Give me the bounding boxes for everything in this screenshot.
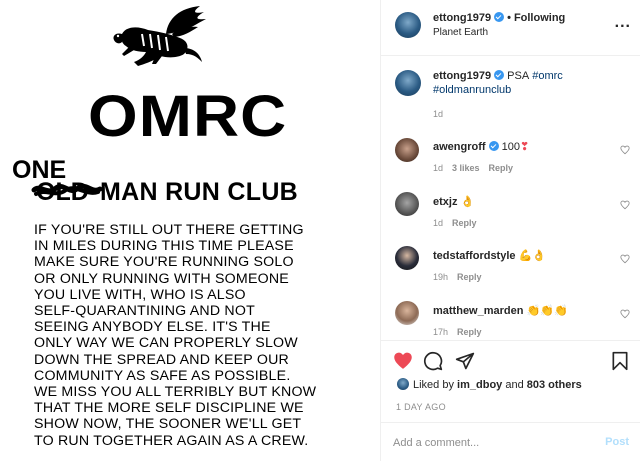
liked-by-row: Liked by im_dboy and 803 others [397,378,582,391]
liked-by-prefix: Liked by [413,379,454,391]
liked-by-username[interactable]: im_dboy [457,379,502,391]
comment-meta: 1d Reply [433,218,486,228]
post-header: ettong1979 • Following Planet Earth ... [381,0,640,56]
comment-timestamp[interactable]: 17h [433,327,448,337]
commenter-avatar[interactable] [395,246,419,270]
flexed-biceps-ok-emoji: 💪👌 [518,249,546,262]
winged-tiger-logo [113,6,206,67]
save-bookmark-icon[interactable] [611,351,629,371]
verified-badge-icon [494,12,505,22]
verified-badge-icon [488,141,499,151]
comment-box: Post [381,422,640,461]
clapping-hands-emoji: 👏👏👏 [526,304,568,317]
comment-likes-count[interactable]: 3 likes [452,163,480,173]
ok-hand-emoji: 👌 [460,195,475,208]
hashtag-link[interactable]: #omrc [532,70,563,82]
club-name-text: MAN RUN CLUB [100,178,299,206]
post-image[interactable]: OMRC ONE OLD MAN RUN CLUB IF YOU'RE STIL… [0,0,380,461]
comment-like-heart-icon[interactable] [620,200,630,210]
caption-text: PSA [507,70,530,82]
psa-body-text: IF YOU'RE STILL OUT THERE GETTING IN MIL… [34,222,317,449]
author-username[interactable]: ettong1979 [433,12,491,24]
heart-exclamation-emoji: ❣ [519,140,530,153]
commenter-avatar[interactable] [395,192,419,216]
comment-like-heart-icon[interactable] [620,309,630,319]
reply-button[interactable]: Reply [452,218,477,228]
comment-like-heart-icon[interactable] [620,254,630,264]
comment-line: tedstaffordstyle 💪👌 [433,249,546,262]
share-paper-plane-icon[interactable] [455,351,475,371]
post-comment-button[interactable]: Post [605,436,629,448]
author-avatar[interactable] [395,12,421,38]
comment-timestamp[interactable]: 1d [433,163,443,173]
post-date[interactable]: 1 DAY AGO [396,402,446,412]
caption-username[interactable]: ettong1979 [433,70,491,82]
verified-badge-icon [494,70,505,80]
caption-author-avatar[interactable] [395,70,421,96]
author-username-row: ettong1979 • Following [433,12,565,24]
comment-meta: 19h Reply [433,272,491,282]
comment-text: 100 [501,141,520,153]
add-comment-input[interactable] [393,434,593,452]
post-sidebar: ettong1979 • Following Planet Earth ... et… [380,0,640,461]
comment-timestamp[interactable]: 1d [433,218,443,228]
separator-dot: • [507,12,511,24]
comment-like-heart-icon[interactable] [620,145,630,155]
comment-username[interactable]: etxjz [433,196,457,208]
comment-timestamp[interactable]: 19h [433,272,448,282]
comment-username[interactable]: awengroff [433,141,486,153]
caption-line: ettong1979 PSA #omrc [433,70,563,82]
comment-bubble-icon[interactable] [423,351,443,371]
comment-line: matthew_marden 👏👏👏 [433,304,568,317]
reply-button[interactable]: Reply [489,163,514,173]
more-options-icon[interactable]: ... [615,14,631,32]
post-location[interactable]: Planet Earth [433,27,488,38]
following-button[interactable]: Following [514,12,565,24]
others-likes-count[interactable]: 803 others [527,379,582,391]
omrc-logo-text: OMRC [88,84,288,149]
comment-username[interactable]: matthew_marden [433,305,523,317]
liker-avatar[interactable] [397,378,409,390]
like-heart-filled-icon[interactable] [393,351,413,371]
commenter-avatar[interactable] [395,301,419,325]
liked-by-and: and [505,379,524,391]
hashtag-link[interactable]: #oldmanrunclub [433,84,511,96]
scribble-strikeout [31,183,102,196]
comment-username[interactable]: tedstaffordstyle [433,250,516,262]
comment-line: awengroff 100❣ [433,140,529,153]
reply-button[interactable]: Reply [457,327,482,337]
comment-meta: 17h Reply [433,327,491,337]
caption-timestamp[interactable]: 1d [433,109,443,119]
commenter-avatar[interactable] [395,138,419,162]
comment-meta: 1d 3 likes Reply [433,163,522,173]
reply-button[interactable]: Reply [457,272,482,282]
comment-line: etxjz 👌 [433,195,474,208]
